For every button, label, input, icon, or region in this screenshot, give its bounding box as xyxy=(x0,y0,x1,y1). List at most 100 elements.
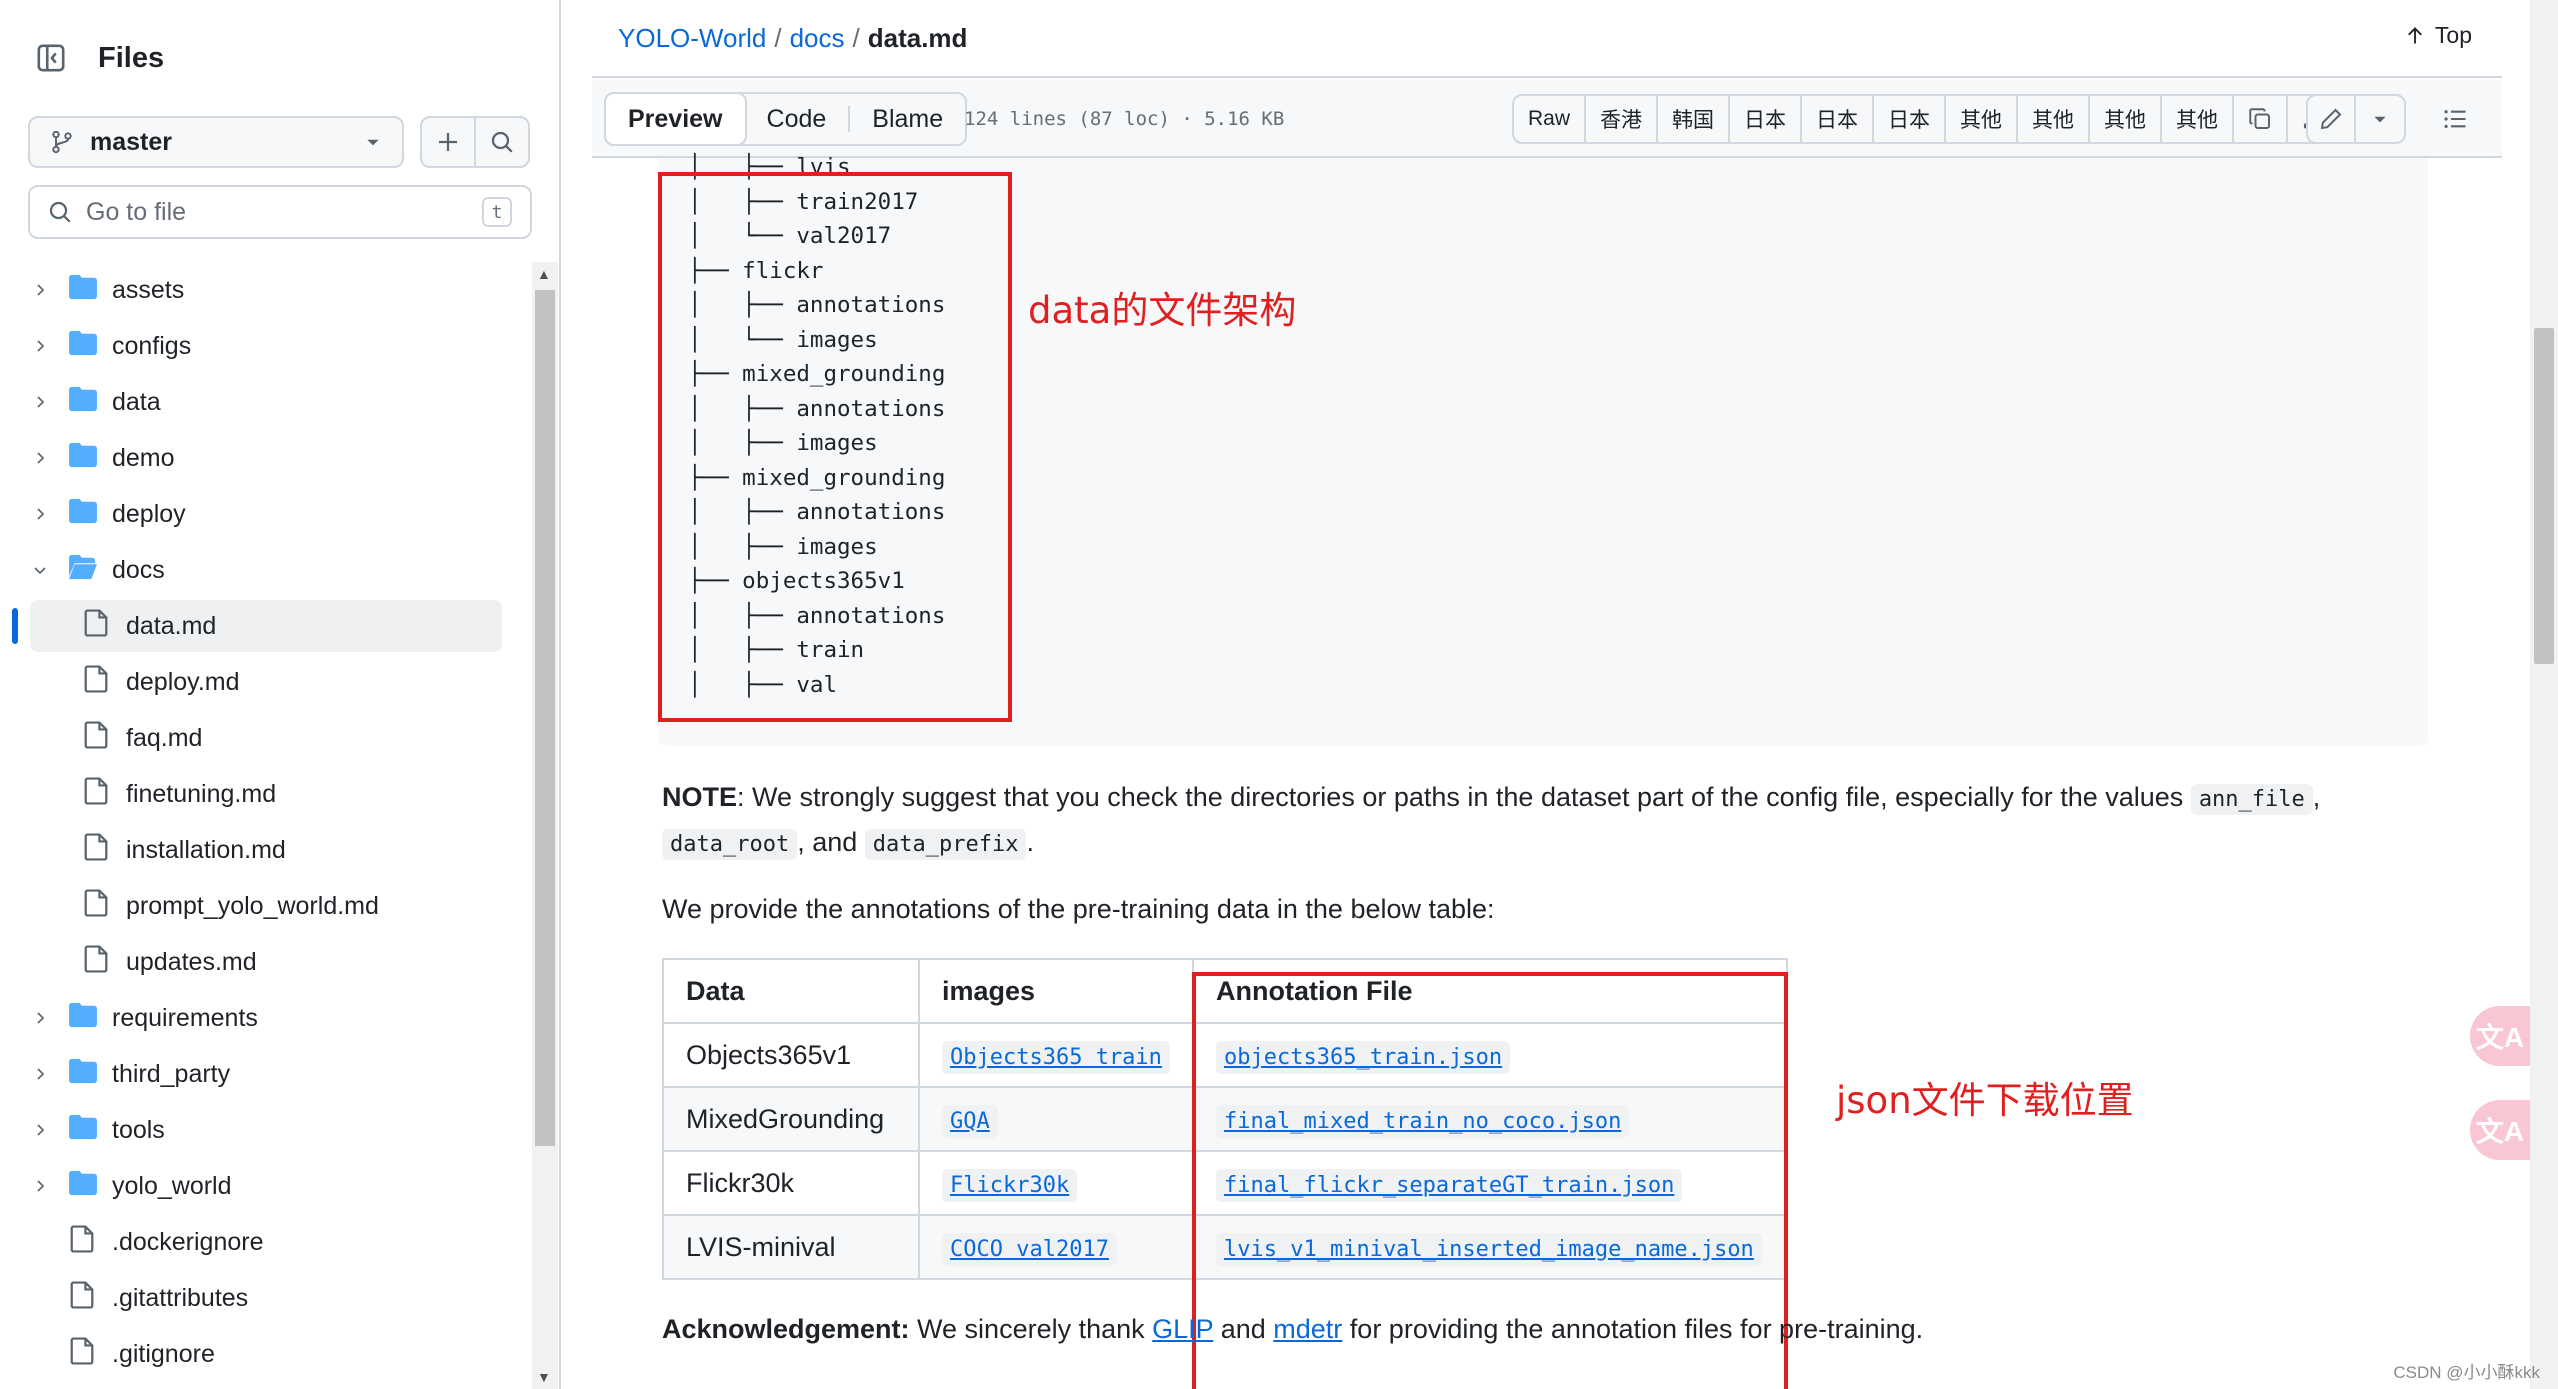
tree-item-label: docs xyxy=(112,555,165,584)
ack-text-3: for providing the annotation files for p… xyxy=(1342,1314,1924,1344)
tree-item-deploy[interactable]: deploy xyxy=(0,486,530,542)
tree-item-updates-md[interactable]: updates.md xyxy=(0,934,530,990)
sidebar-scrollbar[interactable]: ▲ ▼ xyxy=(532,262,558,1389)
go-to-file-input[interactable]: Go to file t xyxy=(28,185,532,239)
table-cell-data: Objects365v1 xyxy=(662,1022,920,1088)
tree-item-label: demo xyxy=(112,443,175,472)
images-link[interactable]: GQA xyxy=(942,1104,998,1138)
collapse-sidebar-button[interactable] xyxy=(28,35,74,81)
note-label: NOTE xyxy=(662,782,738,812)
edit-options-dropdown[interactable] xyxy=(2356,96,2404,142)
edit-file-button[interactable] xyxy=(2308,96,2356,142)
copy-raw-button[interactable] xyxy=(2234,96,2289,142)
provide-paragraph: We provide the annotations of the pre-tr… xyxy=(662,894,1495,924)
tab-blame[interactable]: Blame xyxy=(850,94,965,144)
scroll-down-arrow-icon[interactable]: ▼ xyxy=(537,1369,551,1385)
table-cell-images: GQA xyxy=(918,1086,1194,1152)
tree-item-data[interactable]: data xyxy=(0,374,530,430)
tree-item-gitignore[interactable]: .gitignore xyxy=(0,1326,530,1382)
sidebar-scrollbar-thumb[interactable] xyxy=(535,290,555,1146)
images-link[interactable]: COCO val2017 xyxy=(942,1232,1117,1266)
folder-icon xyxy=(68,1114,98,1147)
tree-item-data-md[interactable]: data.md xyxy=(0,598,530,654)
back-to-top-button[interactable]: Top xyxy=(2405,22,2472,49)
chevron-right-icon[interactable] xyxy=(30,448,50,468)
tree-item-gitattributes[interactable]: .gitattributes xyxy=(0,1270,530,1326)
mirror-button-hk[interactable]: 香港 xyxy=(1586,96,1659,142)
mirror-button-other-3[interactable]: 其他 xyxy=(2090,96,2163,142)
plus-icon xyxy=(439,133,457,151)
raw-button[interactable]: Raw xyxy=(1514,96,1587,142)
mirror-button-other-4[interactable]: 其他 xyxy=(2162,96,2235,142)
mirror-button-kr[interactable]: 韩国 xyxy=(1658,96,1731,142)
add-file-button[interactable] xyxy=(420,116,476,168)
folder-icon xyxy=(68,1058,98,1091)
tree-item-deploy-md[interactable]: deploy.md xyxy=(0,654,530,710)
tree-item-demo[interactable]: demo xyxy=(0,430,530,486)
scroll-up-arrow-icon[interactable]: ▲ xyxy=(537,266,551,282)
chevron-right-icon[interactable] xyxy=(30,1008,50,1028)
tree-item-prompt-yolo-world-md[interactable]: prompt_yolo_world.md xyxy=(0,878,530,934)
chevron-right-icon[interactable] xyxy=(30,280,50,300)
images-link[interactable]: Objects365 train xyxy=(942,1040,1170,1074)
tree-item-third-party[interactable]: third_party xyxy=(0,1046,530,1102)
translate-widget-button-2[interactable]: 文A xyxy=(2470,1100,2530,1160)
raw-mirror-button-group: Raw 香港 韩国 日本 日本 日本 其他 其他 其他 其他 xyxy=(1512,94,2343,144)
chevron-down-icon[interactable] xyxy=(30,560,50,580)
file-tree: assets configs data demo deploy docs data.md de… xyxy=(0,262,530,1382)
caret-down-icon xyxy=(2374,116,2386,123)
tab-preview[interactable]: Preview xyxy=(604,92,747,146)
chevron-right-icon[interactable] xyxy=(30,1176,50,1196)
chevron-right-icon[interactable] xyxy=(30,1120,50,1140)
tree-item-faq-md[interactable]: faq.md xyxy=(0,710,530,766)
branch-selector[interactable]: master xyxy=(28,116,404,168)
file-tree-sidebar: Files master Go to file t assets configs d… xyxy=(0,0,561,1389)
tree-item-installation-md[interactable]: installation.md xyxy=(0,822,530,878)
search-icon xyxy=(491,131,513,153)
breadcrumb-dir-link[interactable]: docs xyxy=(790,23,845,53)
mirror-button-other-1[interactable]: 其他 xyxy=(1946,96,2019,142)
tree-item-label: tools xyxy=(112,1115,165,1144)
images-link[interactable]: Flickr30k xyxy=(942,1168,1078,1202)
page-scrollbar-thumb[interactable] xyxy=(2534,328,2554,664)
folder-icon xyxy=(68,498,98,531)
tree-item-label: configs xyxy=(112,331,192,360)
acknowledgement-paragraph: Acknowledgement: We sincerely thank GLIP… xyxy=(662,1308,2432,1350)
tree-item-finetuning-md[interactable]: finetuning.md xyxy=(0,766,530,822)
chevron-right-icon[interactable] xyxy=(30,392,50,412)
glip-link[interactable]: GLIP xyxy=(1152,1314,1213,1344)
tree-item-assets[interactable]: assets xyxy=(0,262,530,318)
list-unordered-icon xyxy=(2444,110,2466,128)
tree-item-dockerignore[interactable]: .dockerignore xyxy=(0,1214,530,1270)
table-cell-images: Objects365 train xyxy=(918,1022,1194,1088)
note-paragraph: NOTE: We strongly suggest that you check… xyxy=(662,776,2432,866)
tree-item-tools[interactable]: tools xyxy=(0,1102,530,1158)
tree-item-label: updates.md xyxy=(126,947,257,976)
arrow-up-icon xyxy=(2407,26,2422,43)
page-scrollbar[interactable] xyxy=(2530,0,2558,1389)
mirror-button-jp-2[interactable]: 日本 xyxy=(1802,96,1875,142)
search-files-button[interactable] xyxy=(474,116,530,168)
tree-item-yolo-world[interactable]: yolo_world xyxy=(0,1158,530,1214)
mirror-button-jp-3[interactable]: 日本 xyxy=(1874,96,1947,142)
code-data-root: data_root xyxy=(662,829,798,860)
mirror-button-jp-1[interactable]: 日本 xyxy=(1730,96,1803,142)
tree-item-requirements[interactable]: requirements xyxy=(0,990,530,1046)
mdetr-link[interactable]: mdetr xyxy=(1273,1314,1342,1344)
chevron-right-icon[interactable] xyxy=(30,1064,50,1084)
tree-item-label: .gitattributes xyxy=(112,1283,249,1312)
breadcrumb-repo-link[interactable]: YOLO-World xyxy=(618,23,766,53)
chevron-right-icon[interactable] xyxy=(30,504,50,524)
tree-item-configs[interactable]: configs xyxy=(0,318,530,374)
chevron-right-icon[interactable] xyxy=(30,336,50,356)
note-text-2: , xyxy=(2312,782,2321,812)
mirror-button-other-2[interactable]: 其他 xyxy=(2018,96,2091,142)
file-icon xyxy=(84,720,108,756)
markdown-body: │ ├── lvis │ ├── train2017 │ └── val2017… xyxy=(592,154,2502,1389)
tab-code[interactable]: Code xyxy=(745,94,849,144)
tree-item-docs[interactable]: docs xyxy=(0,542,530,598)
annotation-json-location: json文件下载位置 xyxy=(1836,1079,2134,1122)
translate-widget-button[interactable]: 文A xyxy=(2470,1006,2530,1066)
file-line-count: 124 lines (87 loc) · 5.16 KB xyxy=(964,108,1285,130)
outline-button[interactable] xyxy=(2430,94,2480,144)
